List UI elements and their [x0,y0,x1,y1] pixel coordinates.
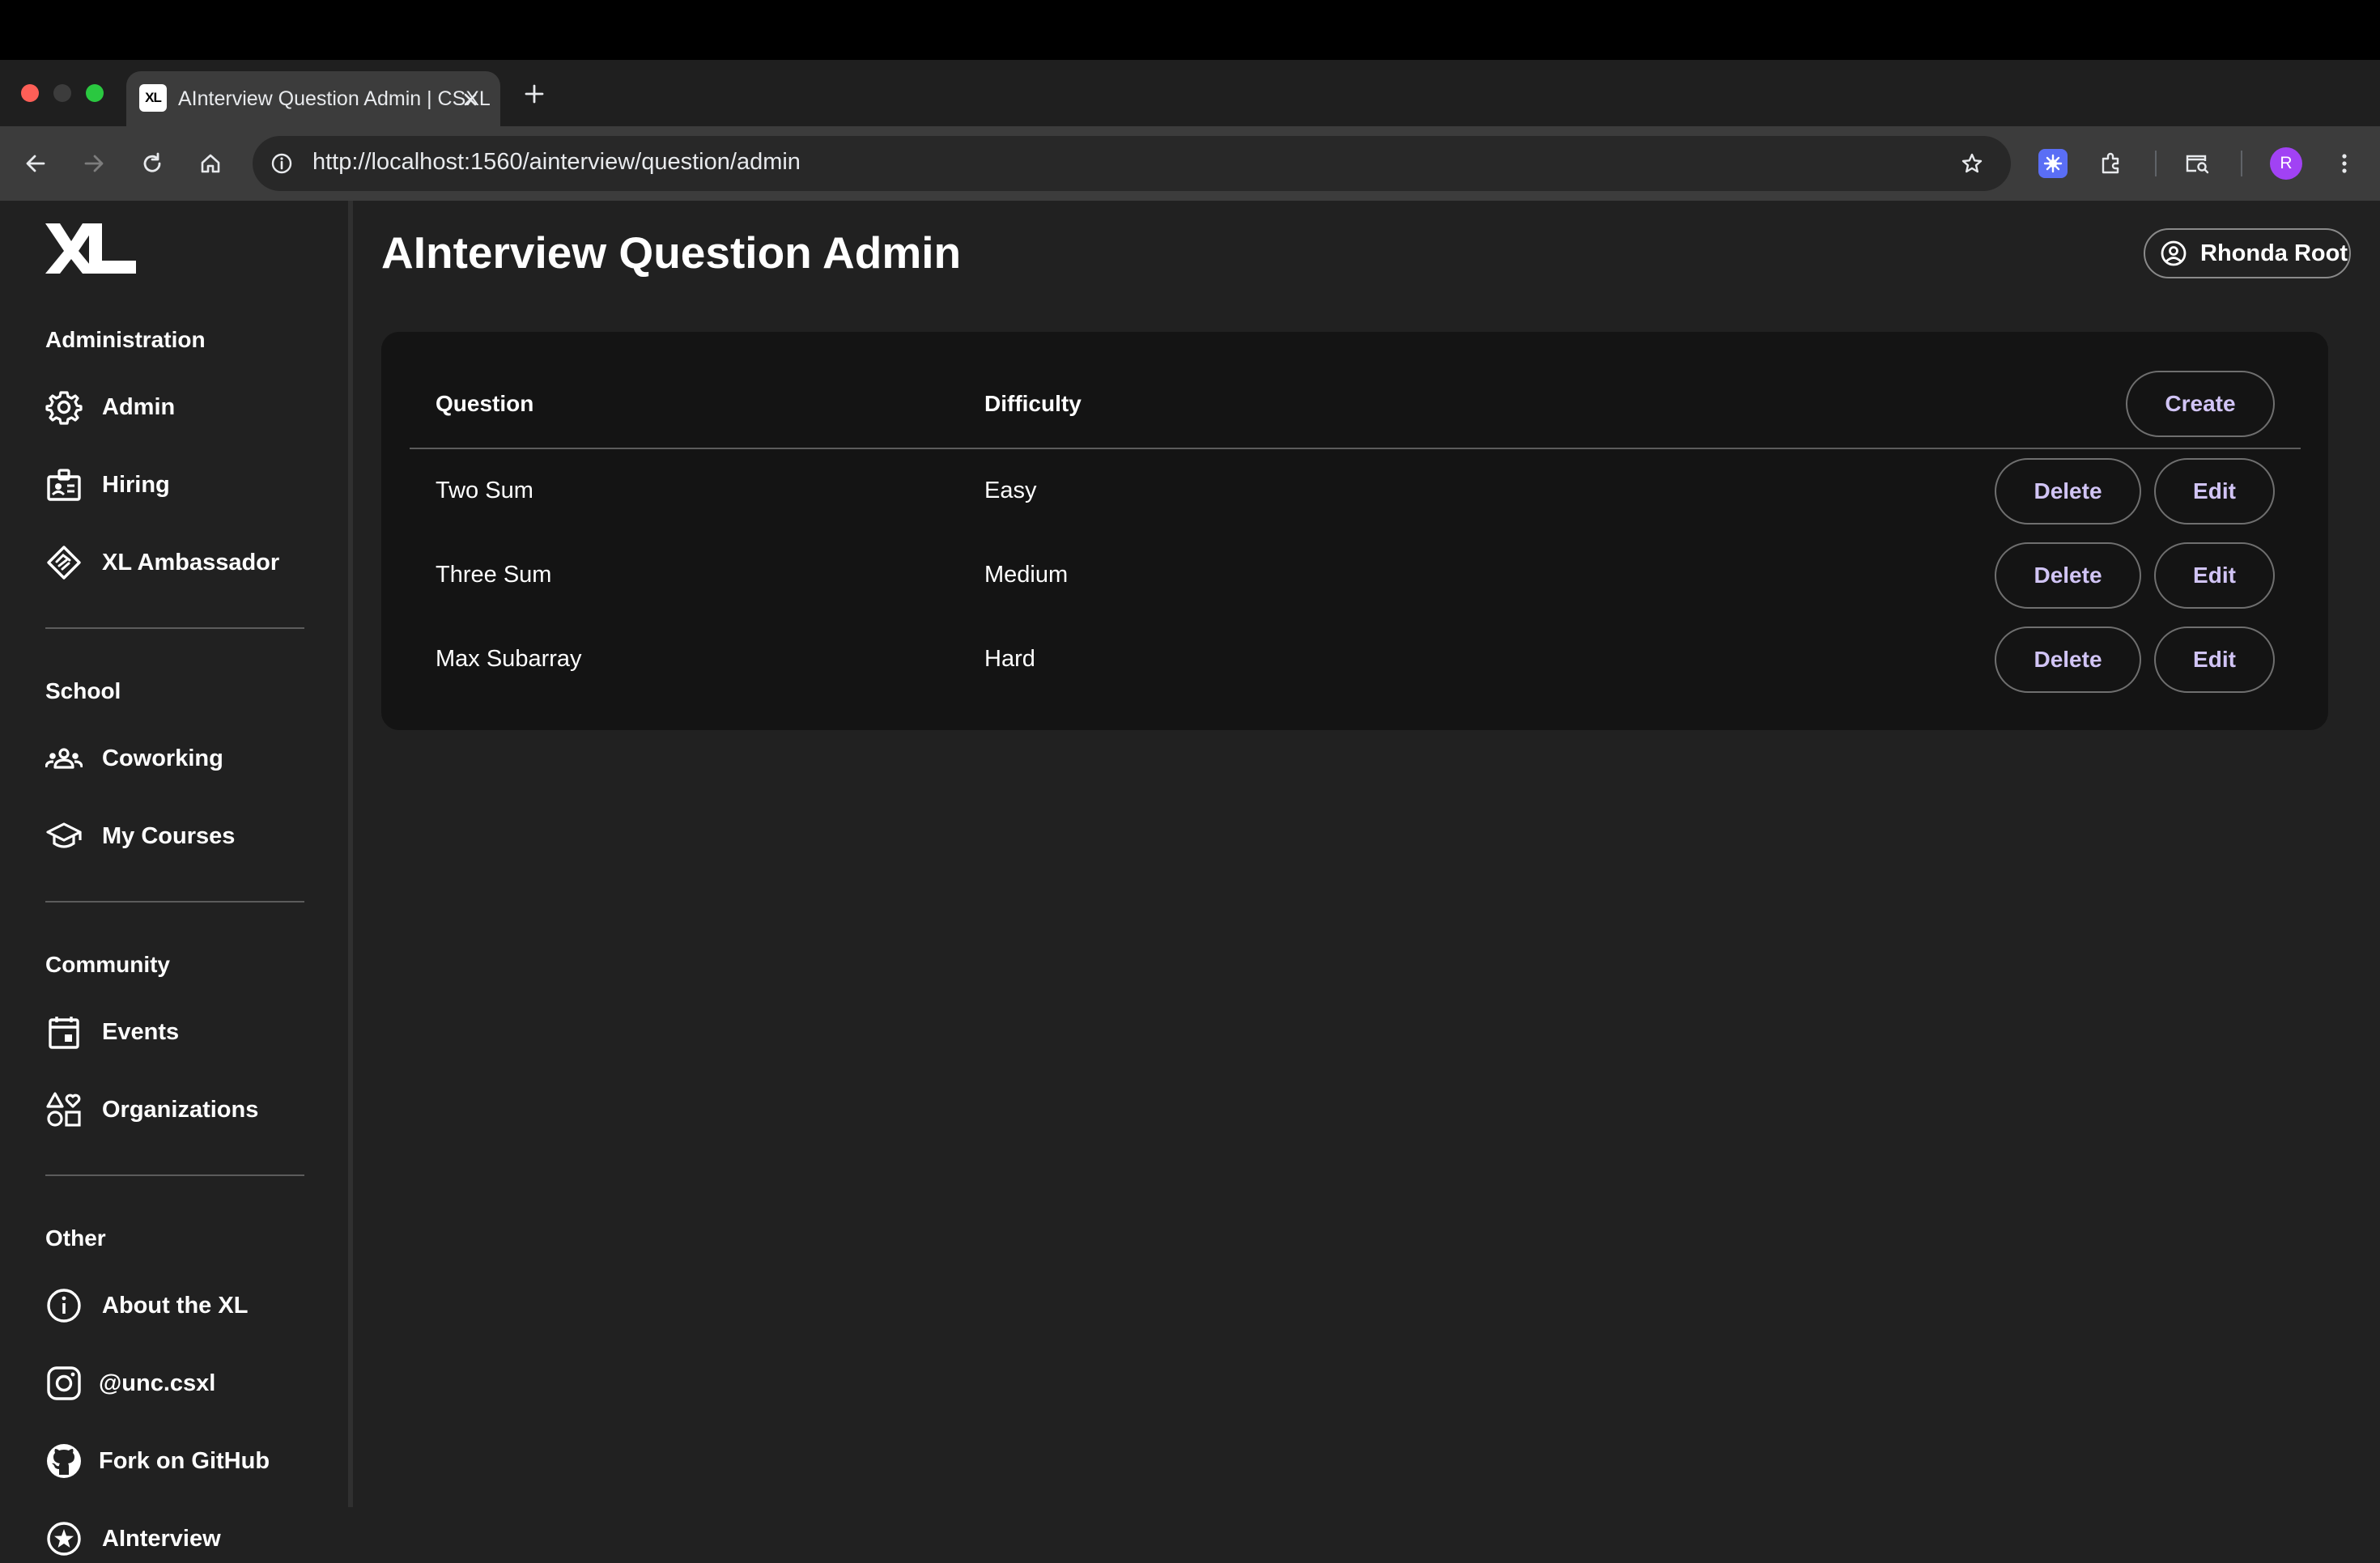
instagram-icon [45,1365,83,1402]
tab-title: AInterview Question Admin | CSXL [178,87,491,110]
section-title-school: School [45,678,121,703]
sidebar-divider [348,201,353,1507]
cell-difficulty: Easy [984,478,1037,503]
sidebar-item-label: @unc.csxl [99,1370,216,1396]
bookmark-star-icon[interactable] [1956,147,1988,180]
sidebar-item-my-courses[interactable]: My Courses [45,812,321,860]
section-title-other: Other [45,1225,106,1251]
school-icon [45,818,83,855]
edit-button[interactable]: Edit [2154,458,2275,525]
column-header-difficulty: Difficulty [984,391,1082,416]
more-menu-icon[interactable] [2328,147,2361,180]
sidebar-item-label: Fork on GitHub [99,1447,270,1474]
sidebar-item-label: Events [102,1018,180,1045]
minimize-window-button[interactable] [53,84,71,102]
close-window-button[interactable] [21,84,39,102]
delete-button[interactable]: Delete [1995,458,2141,525]
tab-search-icon[interactable] [2181,147,2213,180]
sidebar-divider [45,901,304,903]
close-tab-icon[interactable] [457,86,484,113]
toolbar-separator [2155,151,2157,176]
sidebar-divider [45,627,304,629]
sidebar-item-label: About the XL [102,1292,249,1319]
sidebar-item-label: XL Ambassador [102,549,280,576]
sidebar-item-events[interactable]: Events [45,1008,321,1056]
toolbar-separator [2241,151,2242,176]
menu-bar-area [0,0,2380,60]
sidebar-item-ainterview[interactable]: AInterview [45,1514,321,1563]
sidebar-item-organizations[interactable]: Organizations [45,1085,321,1134]
new-tab-icon[interactable] [518,78,550,110]
github-icon [45,1442,83,1480]
profile-avatar[interactable]: R [2270,147,2302,180]
extensions-puzzle-icon[interactable] [2095,147,2127,180]
table-header-divider [410,448,2301,449]
cell-question: Three Sum [436,562,552,588]
cell-difficulty: Hard [984,646,1035,672]
sidebar-item-hiring[interactable]: Hiring [45,461,321,509]
page-title: AInterview Question Admin [381,227,962,278]
category-icon [45,1091,83,1128]
edit-button[interactable]: Edit [2154,626,2275,693]
user-name: Rhonda Root [2200,240,2348,266]
groups-icon [45,740,83,777]
delete-button[interactable]: Delete [1995,626,2141,693]
sidebar-item-label: My Courses [102,822,236,849]
url-text[interactable]: http://localhost:1560/ainterview/questio… [312,149,801,176]
extension-icon[interactable] [2038,149,2068,178]
star-circle-icon [45,1520,83,1557]
user-profile-button[interactable]: Rhonda Root [2144,228,2351,278]
sidebar-item-label: Organizations [102,1096,259,1123]
handshake-icon [45,544,83,581]
calendar-icon [45,1013,83,1051]
account-circle-icon [2160,240,2187,267]
sidebar-item-coworking[interactable]: Coworking [45,734,321,783]
favicon-icon: XL [139,84,167,112]
sidebar-item-label: Hiring [102,471,170,498]
section-title-administration: Administration [45,327,206,352]
info-icon [45,1287,83,1324]
sidebar-item-about[interactable]: About the XL [45,1281,321,1330]
column-header-question: Question [436,391,534,416]
section-title-community: Community [45,952,170,977]
sidebar-divider [45,1174,304,1176]
back-icon[interactable] [19,147,52,180]
home-icon[interactable] [194,147,227,180]
maximize-window-button[interactable] [86,84,104,102]
xl-logo[interactable] [44,220,138,277]
sidebar-item-xl-ambassador[interactable]: XL Ambassador [45,538,321,587]
edit-button[interactable]: Edit [2154,542,2275,609]
sidebar-item-instagram[interactable]: @unc.csxl [45,1359,321,1408]
sidebar-item-label: AInterview [102,1525,221,1552]
cell-question: Max Subarray [436,646,582,672]
sidebar-item-label: Admin [102,393,176,420]
sidebar-item-admin[interactable]: Admin [45,383,321,431]
browser-tab[interactable]: XL AInterview Question Admin | CSXL [126,71,500,128]
gear-icon [45,389,83,426]
delete-button[interactable]: Delete [1995,542,2141,609]
reload-icon[interactable] [136,147,168,180]
forward-icon[interactable] [78,147,110,180]
cell-question: Two Sum [436,478,533,503]
site-info-icon[interactable] [267,149,296,178]
badge-icon [45,466,83,503]
create-button[interactable]: Create [2126,371,2275,437]
sidebar-item-github[interactable]: Fork on GitHub [45,1437,321,1485]
cell-difficulty: Medium [984,562,1069,588]
sidebar-item-label: Coworking [102,745,223,771]
